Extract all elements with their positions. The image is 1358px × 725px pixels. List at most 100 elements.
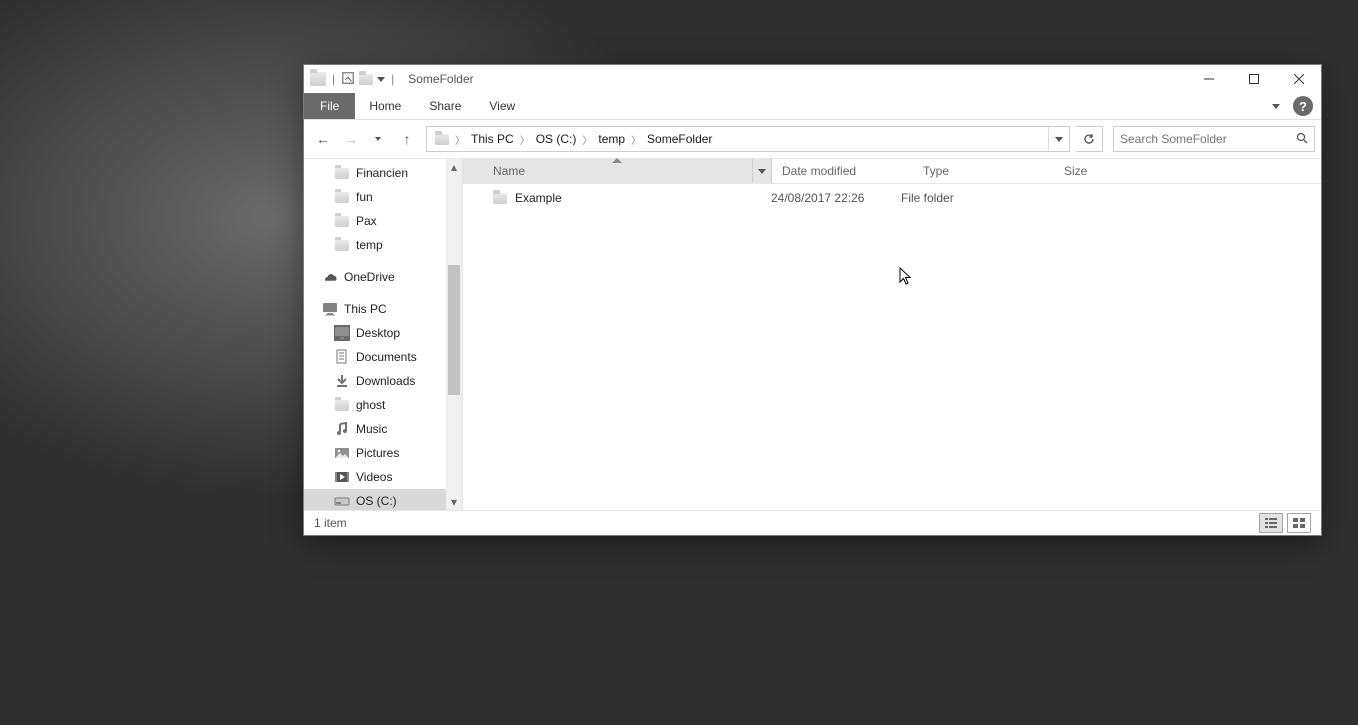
column-name[interactable]: Name	[463, 159, 772, 183]
status-bar: 1 item	[304, 510, 1321, 535]
explorer-window: | | SomeFolder File Home	[303, 64, 1322, 536]
recent-locations-button[interactable]	[366, 126, 392, 152]
sidebar-item-label: Desktop	[356, 326, 400, 340]
sidebar-item-label: OneDrive	[344, 270, 395, 284]
scroll-down-icon[interactable]: ▾	[446, 494, 462, 510]
status-text: 1 item	[314, 516, 347, 530]
column-type[interactable]: Type	[913, 159, 1054, 183]
sidebar-item-label: Downloads	[356, 374, 415, 388]
column-label: Size	[1064, 164, 1087, 178]
drive-icon	[334, 493, 350, 509]
chevron-right-icon[interactable]: 〉	[580, 132, 594, 147]
view-thumbnails-button[interactable]	[1287, 513, 1311, 533]
sidebar-item-desktop[interactable]: Desktop	[304, 321, 462, 345]
downloads-icon	[334, 373, 350, 389]
file-list-pane: Name Date modified Type Size	[463, 159, 1321, 510]
documents-icon	[334, 349, 350, 365]
quick-access-toolbar: | |	[304, 71, 402, 88]
folder-icon	[334, 165, 350, 181]
music-icon	[334, 421, 350, 437]
sidebar-item-label: OS (C:)	[356, 494, 397, 508]
separator: |	[389, 72, 396, 86]
file-name: Example	[515, 191, 562, 205]
sidebar-item-fun[interactable]: fun	[304, 185, 462, 209]
close-button[interactable]	[1276, 65, 1321, 93]
sidebar-item-label: Financien	[356, 166, 408, 180]
search-icon[interactable]	[1290, 132, 1314, 147]
sidebar-item-label: ghost	[356, 398, 385, 412]
address-history-button[interactable]	[1048, 127, 1069, 151]
sidebar-item-label: Pictures	[356, 446, 399, 460]
search-box[interactable]	[1113, 126, 1315, 152]
sidebar-item-downloads[interactable]: Downloads	[304, 369, 462, 393]
tab-view[interactable]: View	[475, 93, 529, 119]
qat-customize-icon[interactable]	[377, 77, 385, 82]
up-button[interactable]: ↑	[394, 126, 420, 152]
column-label: Type	[923, 164, 949, 178]
cell-date: 24/08/2017 22:26	[761, 191, 891, 205]
scroll-track[interactable]	[446, 175, 462, 494]
column-size[interactable]: Size	[1054, 159, 1155, 183]
folder-icon	[310, 72, 326, 86]
sidebar-item-financien[interactable]: Financien	[304, 161, 462, 185]
sidebar-item-label: Documents	[356, 350, 417, 364]
back-button[interactable]: ←	[310, 126, 336, 152]
sidebar-item-ghost[interactable]: ghost	[304, 393, 462, 417]
minimize-button[interactable]	[1186, 65, 1231, 93]
sidebar-item-temp[interactable]: temp	[304, 233, 462, 257]
forward-button[interactable]: →	[338, 126, 364, 152]
refresh-button[interactable]	[1076, 126, 1103, 152]
title-bar: | | SomeFolder	[304, 65, 1321, 93]
cell-name: Example	[463, 191, 761, 205]
ribbon-expand-icon[interactable]	[1263, 93, 1289, 119]
sidebar-item-music[interactable]: Music	[304, 417, 462, 441]
breadcrumb-thispc[interactable]: This PC	[467, 127, 518, 151]
sidebar-item-documents[interactable]: Documents	[304, 345, 462, 369]
sidebar-item-os-drive[interactable]: OS (C:)	[304, 489, 462, 510]
scroll-thumb[interactable]	[448, 265, 460, 395]
tab-home[interactable]: Home	[355, 93, 415, 119]
sidebar-item-onedrive[interactable]: OneDrive	[304, 265, 462, 289]
desktop-background: | | SomeFolder File Home	[0, 0, 1358, 725]
column-headers: Name Date modified Type Size	[463, 159, 1321, 184]
column-date[interactable]: Date modified	[772, 159, 913, 183]
breadcrumb-root[interactable]	[431, 127, 453, 151]
desktop-icon	[334, 325, 350, 341]
sort-ascending-icon	[612, 158, 622, 163]
maximize-button[interactable]	[1231, 65, 1276, 93]
sidebar-item-videos[interactable]: Videos	[304, 465, 462, 489]
breadcrumb-temp[interactable]: temp	[594, 127, 629, 151]
navigation-bar: ← → ↑ 〉 This PC 〉 OS (C:) 〉 temp 〉 SomeF…	[304, 120, 1321, 159]
help-button[interactable]: ?	[1293, 96, 1313, 116]
scroll-up-icon[interactable]: ▴	[446, 159, 462, 175]
chevron-right-icon[interactable]: 〉	[629, 132, 643, 147]
content-area: Financien fun Pax temp	[304, 159, 1321, 510]
separator: |	[330, 72, 337, 86]
sidebar-item-thispc[interactable]: This PC	[304, 297, 462, 321]
column-label: Name	[493, 164, 525, 178]
chevron-right-icon[interactable]: 〉	[518, 132, 532, 147]
tab-share[interactable]: Share	[415, 93, 475, 119]
properties-icon[interactable]	[341, 71, 355, 88]
search-input[interactable]	[1114, 132, 1290, 146]
chevron-right-icon[interactable]: 〉	[453, 132, 467, 147]
column-filter-button[interactable]	[752, 159, 771, 183]
table-row[interactable]: Example 24/08/2017 22:26 File folder	[463, 184, 1321, 212]
folder-icon	[334, 237, 350, 253]
breadcrumb-current[interactable]: SomeFolder	[643, 127, 716, 151]
navigation-pane: Financien fun Pax temp	[304, 159, 463, 510]
breadcrumb-drive[interactable]: OS (C:)	[532, 127, 581, 151]
sidebar-scrollbar[interactable]: ▴ ▾	[446, 159, 462, 510]
new-folder-icon[interactable]	[359, 74, 373, 85]
sidebar-item-pax[interactable]: Pax	[304, 209, 462, 233]
column-label: Date modified	[782, 164, 856, 178]
file-rows: Example 24/08/2017 22:26 File folder	[463, 184, 1321, 510]
window-title: SomeFolder	[402, 72, 473, 86]
folder-icon	[334, 213, 350, 229]
sidebar-item-pictures[interactable]: Pictures	[304, 441, 462, 465]
tab-file[interactable]: File	[304, 93, 355, 119]
cell-type: File folder	[891, 191, 1021, 205]
address-bar[interactable]: 〉 This PC 〉 OS (C:) 〉 temp 〉 SomeFolder	[426, 126, 1070, 152]
view-details-button[interactable]	[1259, 513, 1283, 533]
sidebar-item-label: This PC	[344, 302, 387, 316]
